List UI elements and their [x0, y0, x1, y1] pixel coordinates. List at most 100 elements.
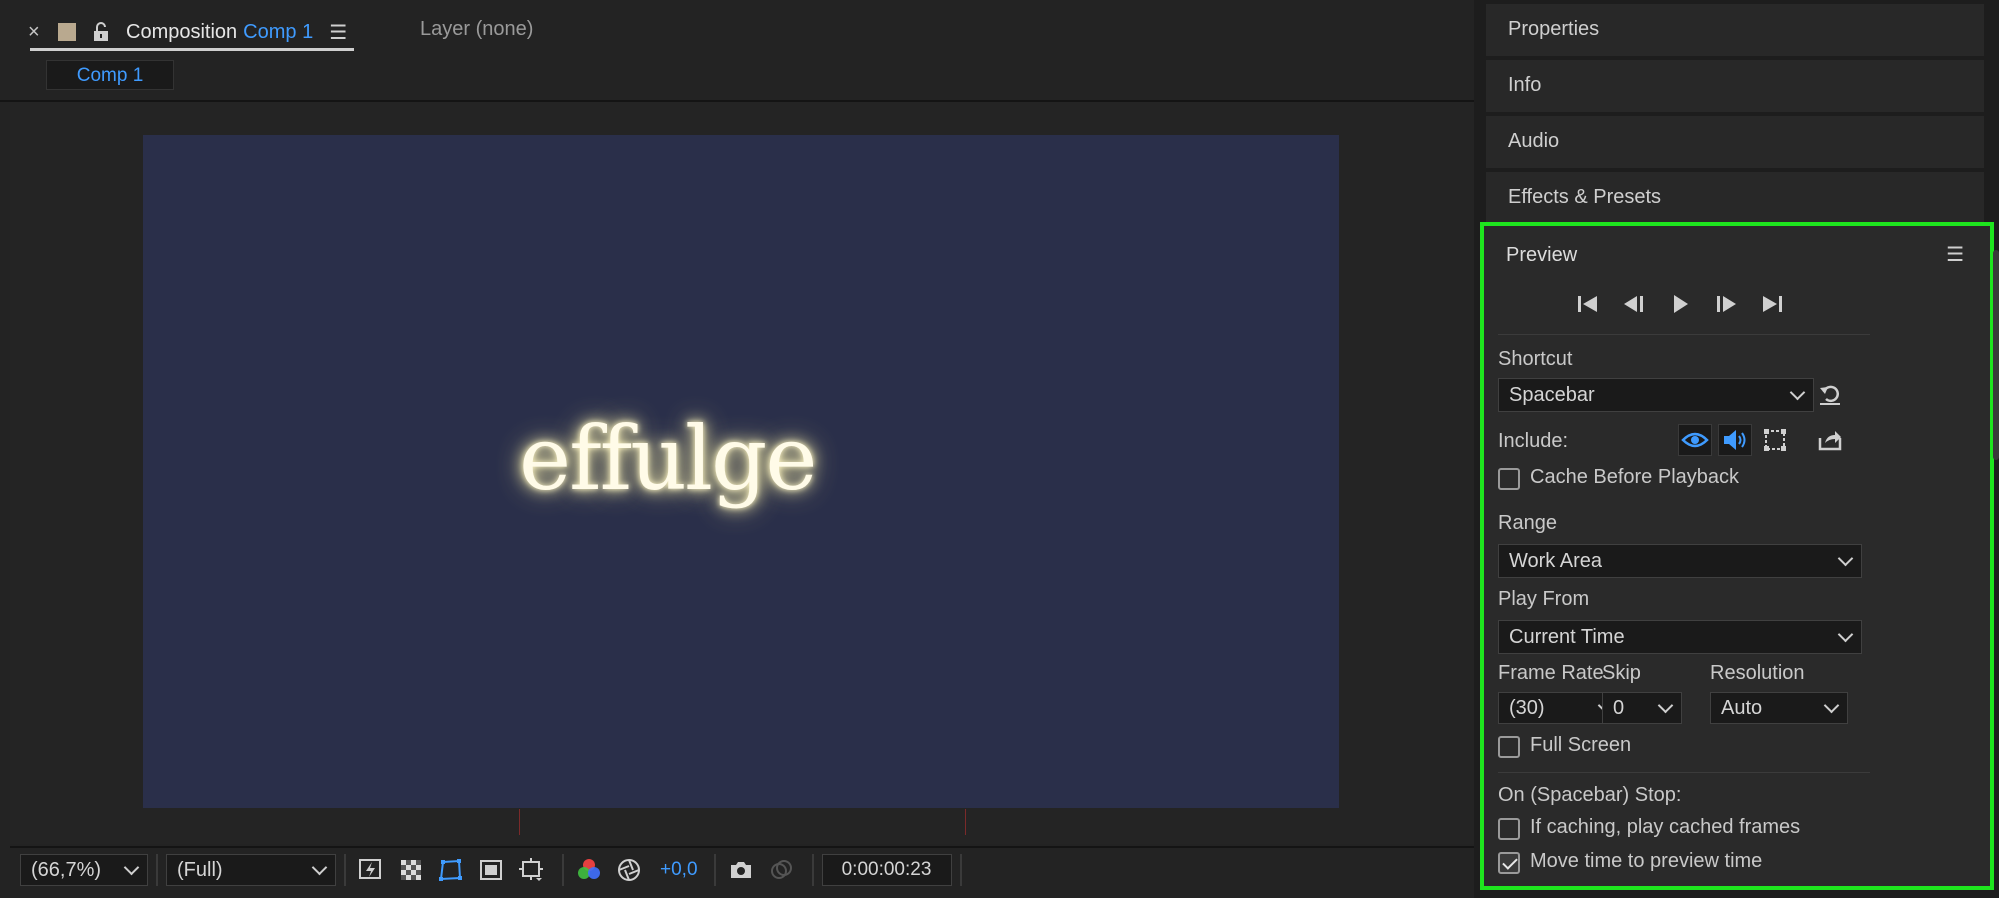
range-dropdown[interactable]: Work Area: [1498, 544, 1862, 578]
chevron-down-icon: [1789, 384, 1806, 401]
exposure-value[interactable]: +0,0: [660, 859, 698, 881]
properties-panel-tab[interactable]: Properties: [1486, 4, 1984, 56]
include-audio-toggle[interactable]: [1718, 424, 1752, 456]
play-button[interactable]: [1664, 288, 1696, 320]
toolbar-divider: [344, 854, 346, 886]
properties-panel-label: Properties: [1508, 18, 1600, 40]
frame-rate-label: Frame Rate: [1498, 662, 1604, 684]
move-time-checkbox[interactable]: [1498, 852, 1520, 874]
export-icon: [1818, 431, 1842, 451]
region-of-interest-button[interactable]: [474, 854, 508, 886]
skip-to-start-icon: [1578, 296, 1597, 312]
label-color-swatch[interactable]: [58, 23, 76, 41]
effects-presets-panel-tab[interactable]: Effects & Presets: [1486, 172, 1984, 224]
toolbar-divider: [959, 854, 962, 886]
audio-panel-tab[interactable]: Audio: [1486, 116, 1984, 168]
current-time-display[interactable]: 0:00:00:23: [821, 854, 952, 886]
if-caching-checkbox[interactable]: [1498, 818, 1520, 840]
layer-tab[interactable]: Layer (none): [420, 18, 533, 41]
transparency-grid-button[interactable]: [394, 854, 428, 886]
skip-dropdown[interactable]: 0: [1602, 692, 1682, 724]
show-snapshot-icon: [770, 860, 792, 879]
include-video-toggle[interactable]: [1678, 424, 1712, 456]
canvas-text-layer[interactable]: effulge: [519, 407, 817, 510]
play-from-value: Current Time: [1509, 625, 1625, 648]
include-overlays-toggle[interactable]: [1758, 424, 1792, 456]
show-snapshot-button[interactable]: [764, 854, 798, 886]
composition-tab[interactable]: × Composition Comp 1 ☰: [28, 12, 347, 52]
info-panel-tab[interactable]: Info: [1486, 60, 1984, 112]
composition-tab-label: Composition: [126, 20, 238, 43]
region-of-interest-icon: [480, 860, 502, 880]
divider: [1498, 334, 1870, 335]
composition-tab-comp-name: Comp 1: [243, 20, 314, 43]
first-frame-button[interactable]: [1572, 288, 1604, 320]
resolution-preview-dropdown[interactable]: Auto: [1710, 692, 1848, 724]
resolution-value: (Full): [177, 858, 223, 881]
toolbar-divider: [156, 854, 158, 886]
chevron-down-icon: [123, 859, 140, 876]
composition-header: × Composition Comp 1 ☰ Layer (none) Comp…: [0, 0, 1474, 102]
magnification-dropdown[interactable]: (66,7%): [20, 854, 148, 886]
fast-previews-icon: [359, 859, 381, 879]
close-icon[interactable]: ×: [28, 21, 48, 44]
resolution-dropdown[interactable]: (Full): [166, 854, 336, 886]
reset-exposure-button[interactable]: [612, 854, 646, 886]
include-label: Include:: [1498, 430, 1569, 452]
aperture-icon: [618, 859, 640, 881]
cache-before-playback-checkbox[interactable]: [1498, 468, 1520, 490]
on-stop-label: On (Spacebar) Stop:: [1498, 784, 1682, 806]
grid-guides-icon: [519, 858, 543, 881]
skip-label: Skip: [1602, 662, 1641, 684]
resolution-label: Resolution: [1710, 662, 1805, 684]
panel-menu-icon[interactable]: ☰: [329, 20, 347, 45]
work-area-marker: [965, 809, 966, 835]
chevron-down-icon: [1837, 626, 1854, 643]
resolution-preview-value: Auto: [1721, 696, 1763, 719]
output-preview-button[interactable]: [1814, 424, 1846, 456]
next-frame-button[interactable]: [1710, 288, 1742, 320]
chevron-down-icon: [1837, 550, 1854, 567]
panel-scrollbar[interactable]: [1993, 250, 1999, 460]
cache-before-playback-label: Cache Before Playback: [1530, 466, 1740, 488]
rgb-channels-icon: [578, 859, 600, 879]
right-panel-dock: Properties Info Audio Effects & Presets …: [1480, 0, 1999, 898]
mask-path-icon: [439, 859, 462, 881]
lock-icon[interactable]: [90, 21, 112, 43]
composition-canvas[interactable]: effulge: [143, 135, 1339, 808]
previous-frame-button[interactable]: [1618, 288, 1650, 320]
channel-button[interactable]: [572, 854, 606, 886]
comp-breadcrumb[interactable]: Comp 1: [46, 60, 174, 90]
chevron-down-icon: [1823, 697, 1840, 714]
shortcut-dropdown[interactable]: Spacebar: [1498, 378, 1814, 412]
overlay-bounds-icon: [1764, 429, 1786, 451]
frame-rate-value: (30): [1509, 696, 1545, 719]
reset-shortcut-button[interactable]: [1814, 378, 1846, 410]
panel-menu-icon[interactable]: ☰: [1946, 242, 1964, 267]
composition-toolbar: (66,7%) (Full) +0,0 0:00:00:23: [10, 846, 1474, 892]
checkerboard-icon: [401, 860, 421, 880]
take-snapshot-button[interactable]: [724, 854, 758, 886]
composition-panel: × Composition Comp 1 ☰ Layer (none) Comp…: [0, 0, 1474, 898]
play-icon: [1674, 295, 1688, 313]
magnification-value: (66,7%): [31, 858, 102, 881]
step-forward-icon: [1717, 296, 1736, 312]
play-from-label: Play From: [1498, 588, 1590, 610]
full-screen-checkbox[interactable]: [1498, 736, 1520, 758]
grid-guides-button[interactable]: [514, 854, 548, 886]
work-area-marker: [519, 809, 520, 835]
chevron-down-icon: [311, 859, 328, 876]
composition-viewer[interactable]: effulge: [10, 102, 1474, 844]
toolbar-divider: [811, 854, 814, 886]
reset-icon: [1820, 385, 1840, 405]
play-from-dropdown[interactable]: Current Time: [1498, 620, 1862, 654]
last-frame-button[interactable]: [1756, 288, 1788, 320]
fast-previews-button[interactable]: [354, 854, 388, 886]
skip-to-end-icon: [1763, 296, 1782, 312]
mask-visibility-button[interactable]: [434, 854, 468, 886]
eye-icon: [1681, 432, 1709, 448]
move-time-label: Move time to preview time: [1530, 850, 1763, 872]
step-back-icon: [1624, 296, 1643, 312]
toolbar-divider: [713, 854, 716, 886]
preview-panel-title: Preview: [1506, 244, 1578, 266]
